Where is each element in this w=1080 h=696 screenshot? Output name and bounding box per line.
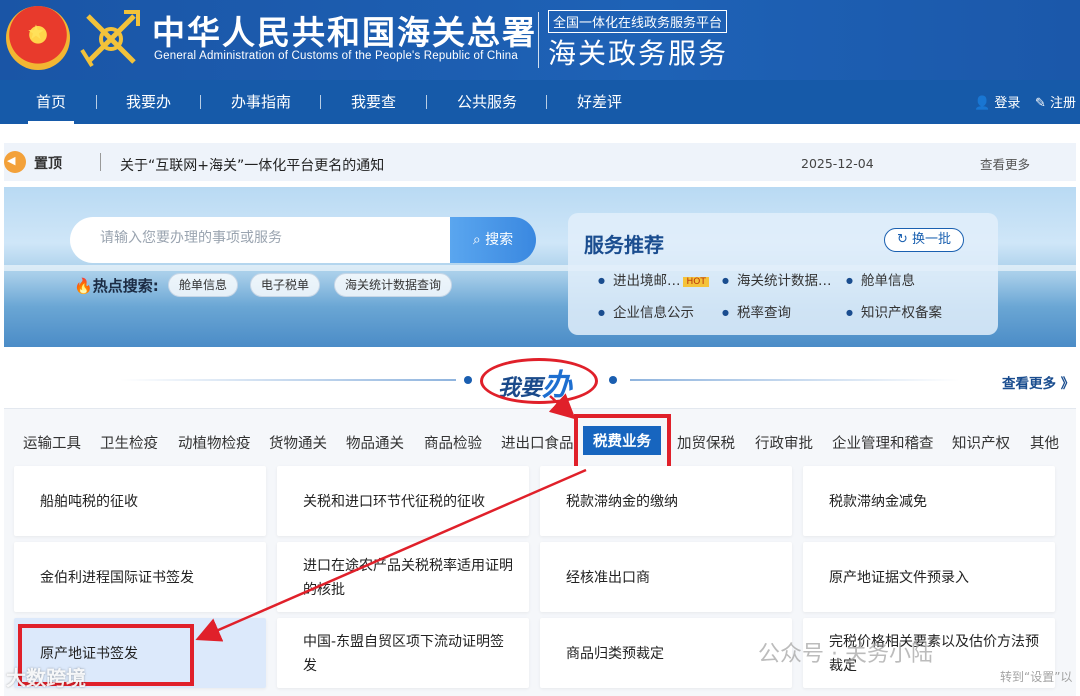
recommend-item[interactable]: 舱单信息 [846, 269, 915, 289]
notice-date: 2025-12-04 [801, 156, 874, 171]
nav-separator [546, 95, 547, 109]
service-card[interactable]: 原产地证据文件预录入 [803, 542, 1055, 612]
tab-plant-animal-quarantine[interactable]: 动植物检疫 [178, 432, 251, 453]
nav-item-rating[interactable]: 好差评 [577, 80, 622, 124]
service-title: 海关政务服务 [548, 37, 729, 70]
login-label: 登录 [994, 96, 1021, 111]
nav-separator [320, 95, 321, 109]
section-line-right [630, 379, 960, 381]
card-label: 金伯利进程国际证书签发 [40, 570, 194, 586]
section-dot [464, 376, 472, 384]
hero-banner: ⌕ 搜索 🔥热点搜索: 舱单信息 电子税单 海关统计数据查询 服务推荐 ↻ 换一… [4, 187, 1076, 347]
notice-pin-label: 置顶 [34, 156, 62, 172]
header-divider [538, 12, 539, 68]
recommend-item[interactable]: 进出境邮…HOT [598, 269, 709, 289]
card-label: 进口在途农产品关税税率适用证明的核批 [303, 558, 513, 598]
register-link[interactable]: ✎ 注册 [1035, 92, 1076, 111]
nav-separator [200, 95, 201, 109]
hot-search-label: 🔥热点搜索: [74, 277, 159, 295]
recommend-item[interactable]: 企业信息公示 [598, 301, 694, 321]
nav-item-guide[interactable]: 办事指南 [231, 80, 291, 124]
card-label: 原产地证据文件预录入 [829, 570, 969, 586]
tab-goods-clearance[interactable]: 货物通关 [269, 432, 327, 453]
register-label: 注册 [1050, 96, 1077, 111]
site-header: 中华人民共和国海关总署 General Administration of Cu… [0, 0, 1080, 80]
nav-item-home[interactable]: 首页 [27, 80, 75, 124]
notice-bar: 置顶 关于“互联网+海关”一体化平台更名的通知 2025-12-04 查看更多 [4, 143, 1076, 181]
tab-commodity-inspection[interactable]: 商品检验 [424, 432, 482, 453]
tab-health-quarantine[interactable]: 卫生检疫 [100, 432, 158, 453]
nav-separator [96, 95, 97, 109]
notice-link[interactable]: 关于“互联网+海关”一体化平台更名的通知 [120, 155, 384, 175]
hot-badge: HOT [683, 277, 709, 287]
tab-highlight-box [574, 414, 671, 470]
watermark-sub: 转到“设置”以 [1000, 670, 1073, 684]
tab-enterprise-audit[interactable]: 企业管理和稽查 [832, 432, 934, 453]
hot-tag[interactable]: 海关统计数据查询 [334, 273, 453, 297]
card-label: 商品归类预裁定 [566, 646, 664, 662]
tab-admin-approval[interactable]: 行政审批 [755, 432, 813, 453]
service-card[interactable]: 进口在途农产品关税税率适用证明的核批 [277, 542, 529, 612]
tab-import-export-food[interactable]: 进出口食品 [501, 432, 574, 453]
card-label: 中国-东盟自贸区项下流动证明签发 [303, 634, 505, 674]
search-input[interactable] [100, 230, 430, 246]
recommend-title: 服务推荐 [584, 233, 664, 257]
notice-more-link[interactable]: 查看更多 [980, 154, 1030, 173]
site-title-en: General Administration of Customs of the… [154, 50, 518, 62]
nav-item-query[interactable]: 我要查 [351, 80, 396, 124]
nav-separator [426, 95, 427, 109]
refresh-icon: ↻ [897, 232, 908, 247]
tab-ip[interactable]: 知识产权 [952, 432, 1010, 453]
search-button-label: 搜索 [485, 232, 514, 248]
refresh-button[interactable]: ↻ 换一批 [884, 228, 965, 252]
national-emblem-icon [6, 6, 70, 70]
search-box [70, 217, 450, 263]
recommend-item[interactable]: 知识产权备案 [846, 301, 942, 321]
service-card[interactable]: 经核准出口商 [540, 542, 792, 612]
card-label: 税款滞纳金的缴纳 [566, 494, 678, 510]
nav-item-public-service[interactable]: 公共服务 [457, 80, 517, 124]
site-title-cn: 中华人民共和国海关总署 [152, 13, 537, 52]
main-nav: 首页 我要办 办事指南 我要查 公共服务 好差评 👤 登录 ✎ 注册 [0, 80, 1080, 124]
service-recommend-panel: 服务推荐 ↻ 换一批 进出境邮…HOT 海关统计数据… 舱单信息 企业信息公示 … [568, 213, 998, 335]
highlight-oval [480, 358, 598, 404]
service-card[interactable]: 税款滞纳金减免 [803, 466, 1055, 536]
service-card[interactable]: 中国-东盟自贸区项下流动证明签发 [277, 618, 529, 688]
card-label: 关税和进口环节代征税的征收 [303, 494, 485, 510]
speaker-icon [4, 151, 26, 173]
card-label: 税款滞纳金减免 [829, 494, 927, 510]
tab-bonded-processing[interactable]: 加贸保税 [677, 432, 735, 453]
recommend-item[interactable]: 税率查询 [722, 301, 791, 321]
hot-tag[interactable]: 舱单信息 [168, 273, 239, 297]
notice-divider [100, 153, 101, 171]
hot-tag[interactable]: 电子税单 [250, 273, 321, 297]
tab-article-clearance[interactable]: 物品通关 [346, 432, 404, 453]
service-card[interactable]: 税款滞纳金的缴纳 [540, 466, 792, 536]
service-card[interactable]: 商品归类预裁定 [540, 618, 792, 688]
tab-other[interactable]: 其他 [1030, 432, 1059, 453]
fire-icon: 🔥 [74, 277, 93, 295]
service-card[interactable]: 船舶吨税的征收 [14, 466, 266, 536]
recommend-item[interactable]: 海关统计数据… [722, 269, 832, 289]
card-label: 船舶吨税的征收 [40, 494, 138, 510]
service-card[interactable]: 关税和进口环节代征税的征收 [277, 466, 529, 536]
watermark-right: 公众号 · 关务小陆 [758, 642, 933, 667]
tab-transport[interactable]: 运输工具 [23, 432, 81, 453]
platform-tag: 全国一体化在线政务服务平台 [548, 10, 728, 33]
card-label: 经核准出口商 [566, 570, 650, 586]
section-more-link[interactable]: 查看更多 》 [1002, 372, 1074, 392]
service-card[interactable]: 金伯利进程国际证书签发 [14, 542, 266, 612]
section-line-left [120, 379, 456, 381]
edit-icon: ✎ [1035, 96, 1046, 111]
watermark-left: 大数跨境 [6, 666, 86, 690]
search-icon: ⌕ [472, 232, 481, 248]
user-icon: 👤 [974, 96, 991, 111]
section-dot [609, 376, 617, 384]
nav-item-wo-yao-ban[interactable]: 我要办 [126, 80, 171, 124]
login-link[interactable]: 👤 登录 [974, 92, 1020, 111]
customs-emblem-icon [80, 10, 140, 68]
search-button[interactable]: ⌕ 搜索 [450, 217, 536, 263]
